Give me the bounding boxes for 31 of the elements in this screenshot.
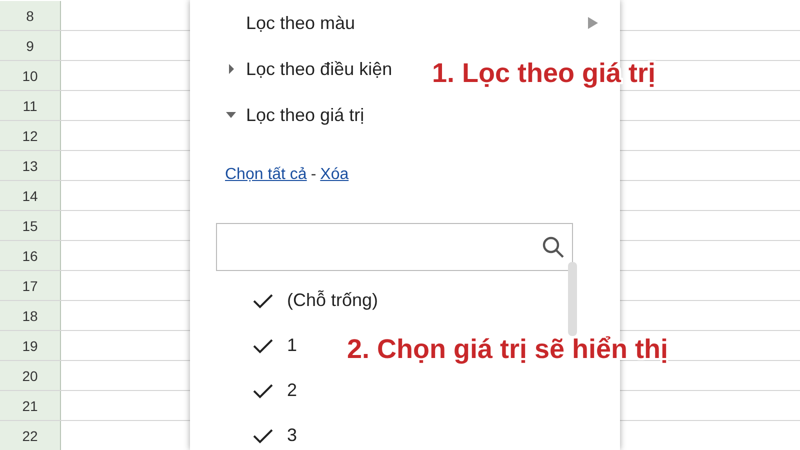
value-option[interactable]: 1 xyxy=(190,323,304,368)
row-header: 16 xyxy=(0,241,61,270)
menu-item[interactable]: Lọc theo điều kiện xyxy=(190,46,398,92)
row-header: 17 xyxy=(0,271,61,300)
row-header: 18 xyxy=(0,301,61,330)
row-header: 21 xyxy=(0,391,61,420)
row-header: 15 xyxy=(0,211,61,240)
row-header: 13 xyxy=(0,151,61,180)
value-option[interactable]: 2 xyxy=(190,368,304,413)
row-header: 11 xyxy=(0,91,61,120)
row-header: 14 xyxy=(0,181,61,210)
submenu-arrow-icon xyxy=(588,17,598,29)
search-icon xyxy=(542,236,564,258)
row-header: 20 xyxy=(0,361,61,390)
menu-item[interactable]: Lọc theo giá trị xyxy=(190,92,370,138)
menu-item[interactable]: Lọc theo màu xyxy=(190,0,620,46)
value-option[interactable]: (Chỗ trống) xyxy=(190,278,384,323)
clear-link[interactable]: Xóa xyxy=(320,166,349,184)
row-header: 10 xyxy=(0,61,61,90)
annotation-text: 1. Lọc theo giá trị xyxy=(432,58,656,89)
search-field[interactable] xyxy=(216,223,573,271)
scrollbar[interactable] xyxy=(568,262,577,336)
value-option[interactable]: 3 xyxy=(190,413,304,450)
row-header: 9 xyxy=(0,31,61,60)
row-header: 22 xyxy=(0,421,61,450)
annotation-text: 2. Chọn giá trị sẽ hiển thị xyxy=(347,334,668,365)
row-header: 8 xyxy=(0,1,61,30)
row-header: 12 xyxy=(0,121,61,150)
separator-text: - xyxy=(310,166,316,184)
select-all-link[interactable]: Chọn tất cả xyxy=(225,166,307,184)
row-header: 19 xyxy=(0,331,61,360)
